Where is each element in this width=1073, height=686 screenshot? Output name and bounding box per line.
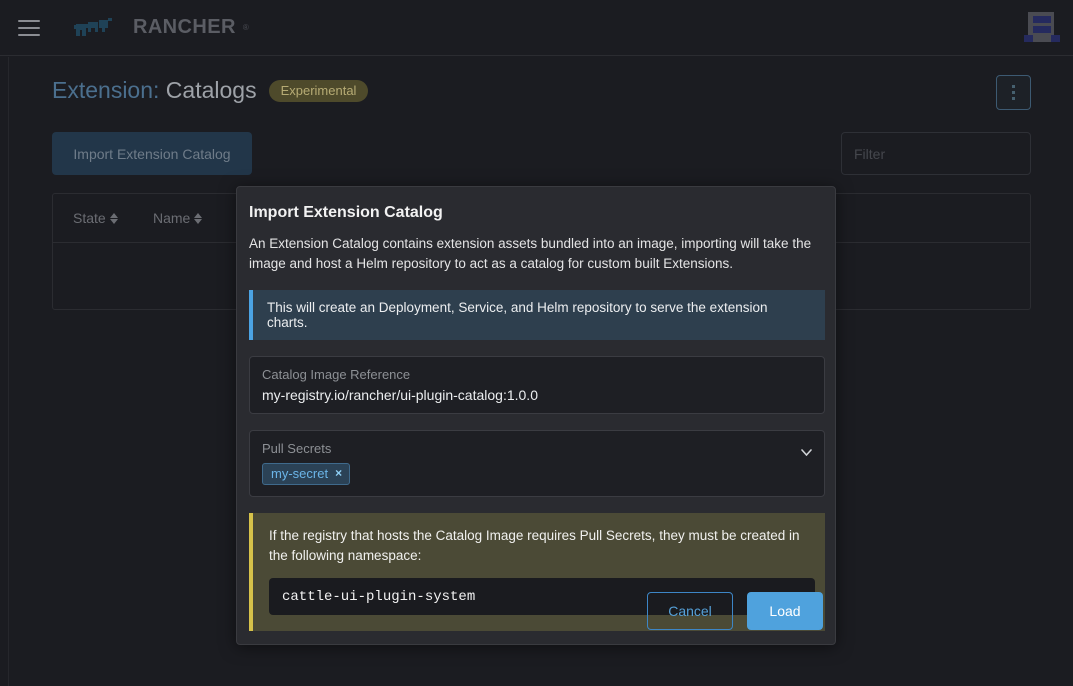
hamburger-icon[interactable] — [18, 20, 40, 36]
column-header-name-label: Name — [153, 210, 190, 226]
status-badge: Experimental — [269, 80, 369, 102]
brand-name: RANCHER — [133, 16, 236, 39]
user-avatar-icon — [1022, 10, 1060, 46]
pull-secret-tag-label: my-secret — [271, 466, 328, 481]
cancel-button[interactable]: Cancel — [647, 592, 733, 630]
brand-logo-link[interactable]: RANCHER ® — [74, 16, 249, 40]
catalog-image-reference-value: my-registry.io/rancher/ui-plugin-catalog… — [262, 387, 812, 403]
kebab-dot — [1012, 97, 1015, 100]
pull-secrets-field[interactable]: Pull Secrets my-secret × — [249, 430, 825, 497]
column-header-state[interactable]: State — [73, 210, 153, 226]
info-banner: This will create an Deployment, Service,… — [249, 290, 825, 340]
pull-secrets-label: Pull Secrets — [262, 440, 812, 459]
avatar[interactable] — [1021, 8, 1061, 48]
catalog-image-reference-label: Catalog Image Reference — [262, 366, 812, 385]
page-title-text: Catalogs — [166, 77, 257, 103]
dialog-title: Import Extension Catalog — [249, 204, 823, 222]
info-banner-text: This will create an Deployment, Service,… — [267, 300, 811, 330]
load-button[interactable]: Load — [747, 592, 823, 630]
catalog-image-reference-field[interactable]: Catalog Image Reference my-registry.io/r… — [249, 356, 825, 414]
page-header: Extension: Catalogs Experimental — [52, 77, 368, 104]
chevron-down-icon[interactable] — [801, 449, 812, 456]
import-extension-catalog-dialog: Import Extension Catalog An Extension Ca… — [236, 186, 836, 645]
sort-icon[interactable] — [110, 212, 119, 225]
page-title-prefix: Extension: — [52, 77, 159, 103]
hamburger-line — [18, 27, 40, 29]
column-header-name[interactable]: Name — [153, 210, 203, 226]
brand-trademark: ® — [243, 23, 249, 32]
sort-icon[interactable] — [194, 212, 203, 225]
column-header-state-label: State — [73, 210, 106, 226]
left-rail — [0, 57, 9, 686]
hamburger-line — [18, 20, 40, 22]
hamburger-line — [18, 34, 40, 36]
rancher-cow-icon — [74, 16, 126, 40]
dialog-footer: Cancel Load — [647, 592, 823, 630]
pull-secret-tag[interactable]: my-secret × — [262, 463, 350, 485]
filter-input[interactable] — [841, 132, 1031, 175]
top-navigation-bar: RANCHER ® — [0, 0, 1073, 56]
kebab-menu-icon[interactable] — [996, 75, 1031, 110]
page-title: Extension: Catalogs — [52, 77, 257, 104]
import-extension-catalog-button[interactable]: Import Extension Catalog — [52, 132, 252, 175]
dialog-description: An Extension Catalog contains extension … — [249, 234, 825, 273]
warning-text: If the registry that hosts the Catalog I… — [269, 526, 809, 567]
close-icon[interactable]: × — [335, 466, 342, 480]
kebab-dot — [1012, 85, 1015, 88]
kebab-dot — [1012, 91, 1015, 94]
